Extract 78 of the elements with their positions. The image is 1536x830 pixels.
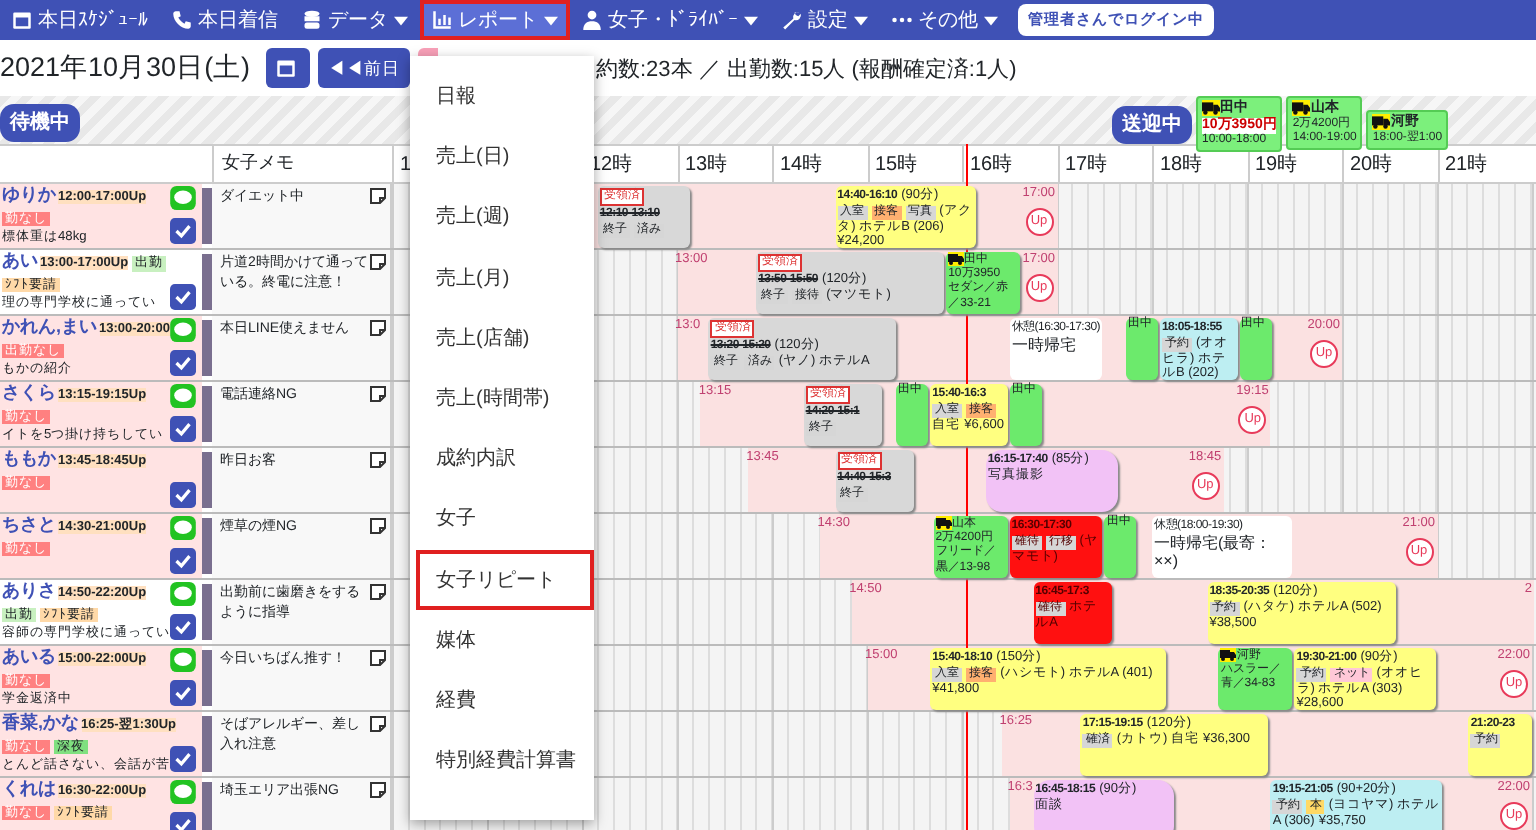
row-divider-bar: [202, 518, 212, 574]
hour-header: 17時: [1065, 154, 1108, 176]
booking-stats: 約数:23本 ／ 出勤数:15人 (報酬確定済:1人): [596, 55, 1017, 86]
menu-item[interactable]: 売上(日): [416, 126, 594, 187]
hour-header: 16時: [970, 154, 1013, 176]
truck-icon: [935, 516, 952, 530]
hour-header: 18時: [1160, 154, 1203, 176]
nav-menu-item[interactable]: 本日着信: [160, 0, 290, 40]
booking-detail: 一時帰宅(最寄：××): [1154, 534, 1274, 572]
staff-name[interactable]: かれん,まい: [2, 316, 98, 336]
database-icon: [302, 10, 322, 30]
menu-item[interactable]: 経費: [416, 669, 594, 731]
hour-header: 14時: [780, 154, 823, 176]
nav-menu-item[interactable]: 女子・ﾄﾞﾗｲﾊﾞｰ: [570, 0, 770, 40]
menu-item[interactable]: 売上(時間帯): [416, 367, 594, 429]
menu-item[interactable]: 媒体: [416, 609, 594, 670]
menu-item[interactable]: 特別経費計算書: [416, 730, 594, 791]
staff-name[interactable]: 香菜,かな: [2, 712, 80, 732]
row-divider-bar: [202, 782, 212, 830]
phone-icon: [172, 10, 192, 30]
calendar-icon: [276, 58, 297, 78]
column-header: 女子メモ: [222, 152, 294, 172]
truck-icon: [1372, 114, 1391, 130]
nav-menu-item[interactable]: 本日ｽｹｼﾞｭｰﾙ: [0, 0, 160, 40]
truck-icon: [1292, 100, 1311, 116]
staff-name[interactable]: さくら: [2, 382, 56, 402]
menu-item[interactable]: 女子: [416, 488, 594, 549]
waiting-badge: 待機中: [0, 104, 80, 142]
staff-name[interactable]: くれは: [2, 778, 56, 798]
hour-header: 19時: [1255, 154, 1298, 176]
truck-icon: [1202, 100, 1220, 116]
menu-item[interactable]: 女子リピート: [416, 549, 594, 610]
hour-header: 15時: [875, 154, 918, 176]
check-icon: [170, 746, 196, 772]
staff-name[interactable]: ゆりか: [2, 184, 56, 204]
staff-name[interactable]: ちさと: [2, 514, 56, 534]
calendar-button[interactable]: [266, 48, 311, 88]
row-divider-bar: [202, 716, 212, 772]
staff-name[interactable]: あい: [2, 250, 38, 270]
date-title: 2021年10月30日(土): [0, 49, 251, 86]
nav-menu-item[interactable]: レポート: [420, 0, 570, 40]
truck-icon: [1220, 648, 1237, 662]
row-divider-bar: [202, 386, 212, 442]
menu-item[interactable]: 売上(週): [416, 186, 594, 248]
staff-name[interactable]: ありさ: [2, 580, 56, 600]
row-divider-bar: [202, 452, 212, 508]
nav-menu-item[interactable]: データ: [290, 0, 420, 40]
menu-item[interactable]: 日報: [416, 66, 594, 127]
nav-menu-item[interactable]: 設定: [770, 0, 880, 40]
check-icon: [170, 482, 196, 508]
booking-detail: 一時帰宅: [1011, 336, 1078, 355]
hour-header: 13時: [685, 154, 728, 176]
wrench-icon: [782, 10, 802, 30]
menu-item[interactable]: 売上(月): [416, 247, 594, 308]
truck-icon: [948, 252, 965, 266]
staff-name[interactable]: ももか: [2, 448, 56, 468]
menu-item[interactable]: 成約内訳: [416, 428, 594, 489]
hour-header: 1: [400, 154, 412, 176]
row-divider-bar: [202, 320, 212, 376]
menu-item[interactable]: 売上(店舗): [416, 307, 594, 368]
check-icon: [170, 416, 196, 442]
nav-menu-item[interactable]: その他: [880, 0, 1010, 40]
check-icon: [170, 218, 196, 244]
previous-day-button[interactable]: ◀◀前日: [318, 48, 411, 88]
hour-header: 20時: [1350, 154, 1393, 176]
calendar-icon: [12, 10, 32, 30]
hour-header: 21時: [1445, 154, 1488, 176]
row-divider-bar: [202, 188, 212, 244]
check-icon: [170, 350, 196, 376]
check-icon: [170, 680, 196, 706]
bar-chart-icon: [432, 10, 452, 30]
person-icon: [582, 10, 602, 30]
in-transit-badge: 送迎中: [1112, 106, 1192, 144]
row-divider-bar: [202, 584, 212, 640]
row-divider-bar: [202, 254, 212, 310]
staff-name[interactable]: あいる: [2, 646, 56, 666]
check-icon: [170, 548, 196, 574]
row-divider-bar: [202, 650, 212, 706]
